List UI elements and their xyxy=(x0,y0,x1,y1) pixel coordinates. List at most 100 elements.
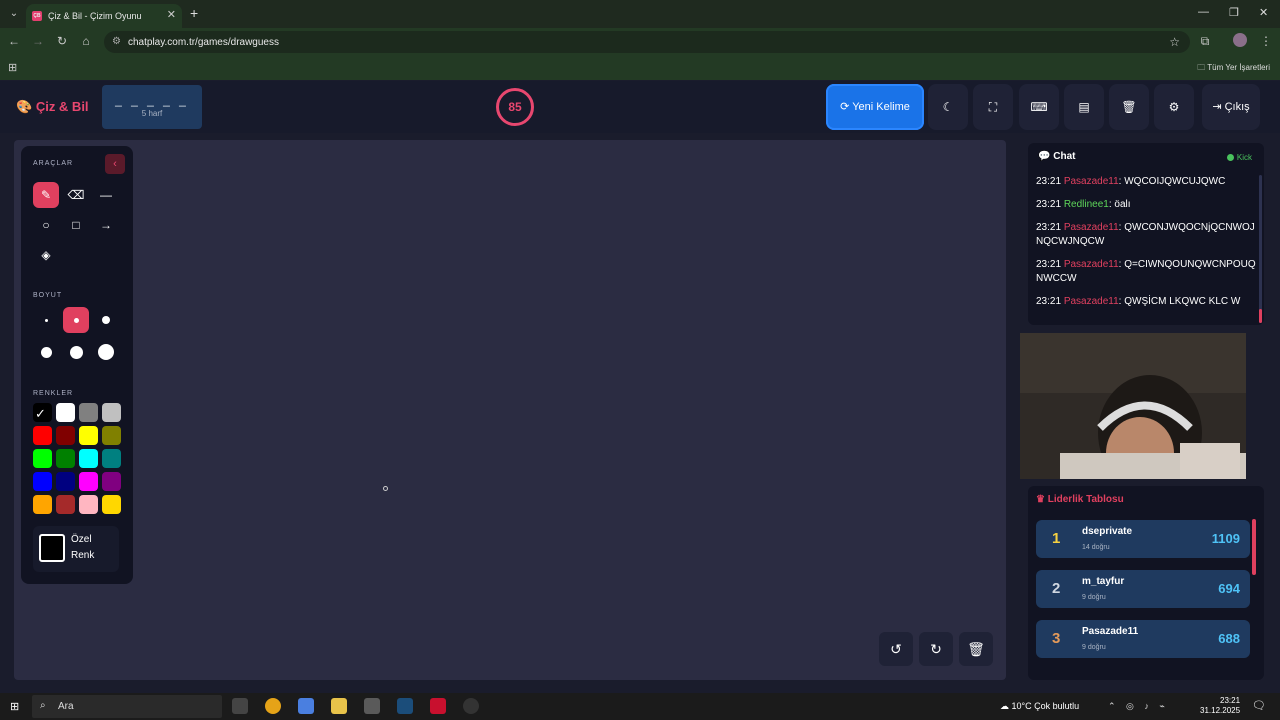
size-section-label: BOYUT xyxy=(33,292,63,299)
all-bookmarks-button[interactable]: 🗀 Tüm Yer İşaretleri xyxy=(1197,62,1270,76)
size-option-6[interactable] xyxy=(93,339,119,365)
line-tool[interactable]: — xyxy=(93,182,119,208)
site-info-icon[interactable]: ⚙ xyxy=(112,36,121,47)
profile-avatar[interactable] xyxy=(1233,33,1247,47)
back-icon[interactable]: ← xyxy=(6,34,22,48)
close-tab-icon[interactable]: ✕ xyxy=(167,8,176,21)
color-swatch[interactable] xyxy=(33,472,52,491)
keyboard-button[interactable]: ⌨ xyxy=(1019,84,1059,130)
chat-title-text: Chat xyxy=(1053,151,1076,162)
chat-scroll-thumb[interactable] xyxy=(1259,309,1262,323)
size-option-4[interactable] xyxy=(33,339,59,365)
dark-mode-button[interactable]: ☾ xyxy=(928,84,968,130)
url-input[interactable]: ⚙ chatplay.com.tr/games/drawguess ☆ xyxy=(104,31,1190,53)
size-option-1[interactable] xyxy=(33,307,59,333)
fullscreen-button[interactable]: ⛶ xyxy=(973,84,1013,130)
clear-canvas-button[interactable]: 🗑 xyxy=(959,632,993,666)
new-word-button[interactable]: ⟳ Yeni Kelime xyxy=(826,84,924,130)
leaderboard-row: 2 m_tayfur 9 doğru 694 xyxy=(1036,570,1250,608)
brush-tool[interactable]: ✎ xyxy=(33,182,59,208)
browser-tab[interactable]: ÇB Çiz & Bil - Çizim Oyunu ✕ xyxy=(26,4,182,28)
obs-icon[interactable] xyxy=(463,698,479,714)
color-swatch[interactable] xyxy=(79,472,98,491)
file-explorer-icon[interactable] xyxy=(331,698,347,714)
apps-grid-icon[interactable]: ⊞ xyxy=(8,61,17,74)
message-user[interactable]: Pasazade11 xyxy=(1064,259,1119,270)
archive-button[interactable]: ▤ xyxy=(1064,84,1104,130)
steam-icon[interactable] xyxy=(397,698,413,714)
weather-text: 10°C Çok bulutlu xyxy=(1011,701,1080,711)
color-swatch[interactable] xyxy=(102,449,121,468)
restore-icon[interactable]: ❐ xyxy=(1229,6,1239,19)
eraser-tool[interactable]: ⌫ xyxy=(63,182,89,208)
color-swatch[interactable] xyxy=(33,449,52,468)
color-swatch[interactable] xyxy=(56,426,75,445)
fill-tool[interactable]: ◈ xyxy=(33,242,59,268)
color-swatch[interactable] xyxy=(33,426,52,445)
close-window-icon[interactable]: ✕ xyxy=(1259,6,1268,19)
color-swatch[interactable] xyxy=(102,495,121,514)
extensions-icon[interactable]: ⧉ xyxy=(1197,34,1213,49)
size-option-5[interactable] xyxy=(63,339,89,365)
undo-button[interactable]: ↺ xyxy=(879,632,913,666)
message-user[interactable]: Pasazade11 xyxy=(1064,222,1119,233)
exit-button[interactable]: ⇥ Çıkış xyxy=(1202,84,1260,130)
color-swatch[interactable] xyxy=(102,472,121,491)
copilot-icon[interactable] xyxy=(298,698,314,714)
color-swatch[interactable] xyxy=(79,449,98,468)
color-swatch[interactable] xyxy=(102,426,121,445)
color-swatch[interactable] xyxy=(56,472,75,491)
message-time: 23:21 xyxy=(1036,296,1062,307)
archive-icon: ▤ xyxy=(1078,100,1090,114)
color-swatch[interactable] xyxy=(56,495,75,514)
chrome-icon[interactable] xyxy=(265,698,281,714)
menu-icon[interactable]: ⋮ xyxy=(1258,34,1274,48)
streamer-webcam-image xyxy=(1020,333,1246,479)
circle-tool[interactable]: ○ xyxy=(33,212,59,238)
leaderboard-row: 3 Pasazade11 9 doğru 688 xyxy=(1036,620,1250,658)
system-tray[interactable]: ⌃ ◎ ♪ ⌁ xyxy=(1108,701,1169,712)
bookmarks-bar: ⊞ 🗀 Tüm Yer İşaretleri xyxy=(0,56,1280,80)
color-swatch[interactable] xyxy=(33,495,52,514)
color-swatch[interactable] xyxy=(79,403,98,422)
size-option-2[interactable] xyxy=(63,307,89,333)
forward-icon[interactable]: → xyxy=(30,34,46,48)
minimize-icon[interactable]: — xyxy=(1198,6,1209,18)
color-swatch[interactable] xyxy=(102,403,121,422)
notification-icon[interactable]: 🗨 xyxy=(1252,699,1266,712)
reload-icon[interactable]: ↻ xyxy=(54,34,70,48)
leaderboard-scrollbar[interactable] xyxy=(1252,519,1256,575)
home-icon[interactable]: ⌂ xyxy=(78,34,94,48)
message-user[interactable]: Pasazade11 xyxy=(1064,296,1119,307)
collapse-panel-button[interactable]: ‹ xyxy=(105,154,125,174)
task-view-icon[interactable] xyxy=(232,698,248,714)
message-user[interactable]: Redlinee1 xyxy=(1064,199,1109,210)
app-icon[interactable] xyxy=(430,698,446,714)
store-icon[interactable] xyxy=(364,698,380,714)
leaderboard-row: 1 dseprivate 14 doğru 1109 xyxy=(1036,520,1250,558)
color-swatch[interactable] xyxy=(56,449,75,468)
color-swatch[interactable] xyxy=(79,426,98,445)
delete-button[interactable]: 🗑 xyxy=(1109,84,1149,130)
weather-widget[interactable]: ☁ 10°C Çok bulutlu xyxy=(1000,701,1079,712)
message-user[interactable]: Pasazade11 xyxy=(1064,176,1119,187)
word-display: _ _ _ _ _ 5 harf xyxy=(102,85,202,129)
clock[interactable]: 23:21 31.12.2025 xyxy=(1200,696,1240,716)
windows-start-icon[interactable]: ⊞ xyxy=(10,700,19,713)
tab-search-icon[interactable]: ⌄ xyxy=(6,6,22,22)
custom-color-button[interactable]: Özel Renk xyxy=(33,526,119,572)
rectangle-tool[interactable]: □ xyxy=(63,212,89,238)
new-tab-icon[interactable]: + xyxy=(190,5,198,21)
redo-button[interactable]: ↻ xyxy=(919,632,953,666)
color-swatch[interactable] xyxy=(56,403,75,422)
chat-scrollbar[interactable] xyxy=(1259,175,1262,323)
size-option-3[interactable] xyxy=(93,307,119,333)
settings-button[interactable]: ⚙ xyxy=(1154,84,1194,130)
arrow-tool[interactable]: → xyxy=(93,212,119,238)
drawing-canvas[interactable] xyxy=(14,140,1006,680)
chat-message: 23:21 Redlinee1: öalı xyxy=(1036,198,1260,212)
bookmark-star-icon[interactable]: ☆ xyxy=(1169,35,1180,49)
trash-icon: 🗑 xyxy=(967,641,985,657)
taskbar-search[interactable]: ⌕ Ara xyxy=(32,695,222,718)
color-swatch[interactable] xyxy=(79,495,98,514)
